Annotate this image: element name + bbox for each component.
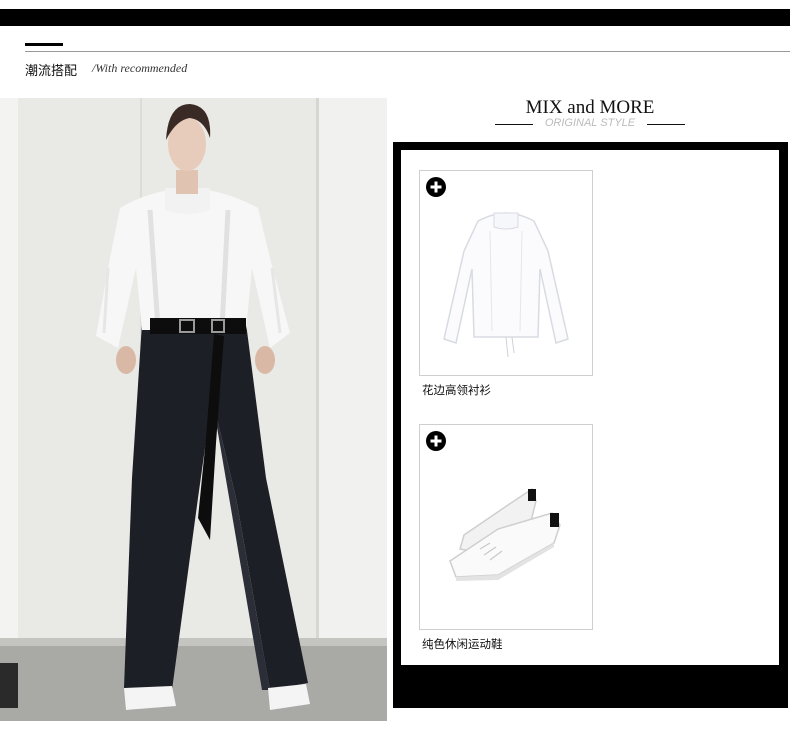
mix-subheading: ORIGINAL STYLE — [544, 117, 636, 129]
mix-heading: MIX and MORE — [525, 97, 655, 118]
product-name-sneakers[interactable]: 纯色休闲运动鞋 — [422, 636, 503, 652]
section-divider — [25, 51, 790, 52]
section-accent-tick — [25, 43, 63, 46]
sneakers-image — [449, 487, 561, 581]
top-black-bar — [0, 9, 790, 26]
product-card-sneakers[interactable] — [419, 424, 593, 630]
model-photo — [0, 98, 387, 721]
product-name-shirt[interactable]: 花边高领衬衫 — [422, 382, 491, 398]
shirt-image — [443, 212, 569, 358]
section-subtitle: /With recommended — [92, 61, 188, 75]
heading-line-right — [647, 124, 685, 125]
product-card-shirt[interactable] — [419, 170, 593, 376]
section-title: 潮流搭配 — [25, 64, 78, 79]
